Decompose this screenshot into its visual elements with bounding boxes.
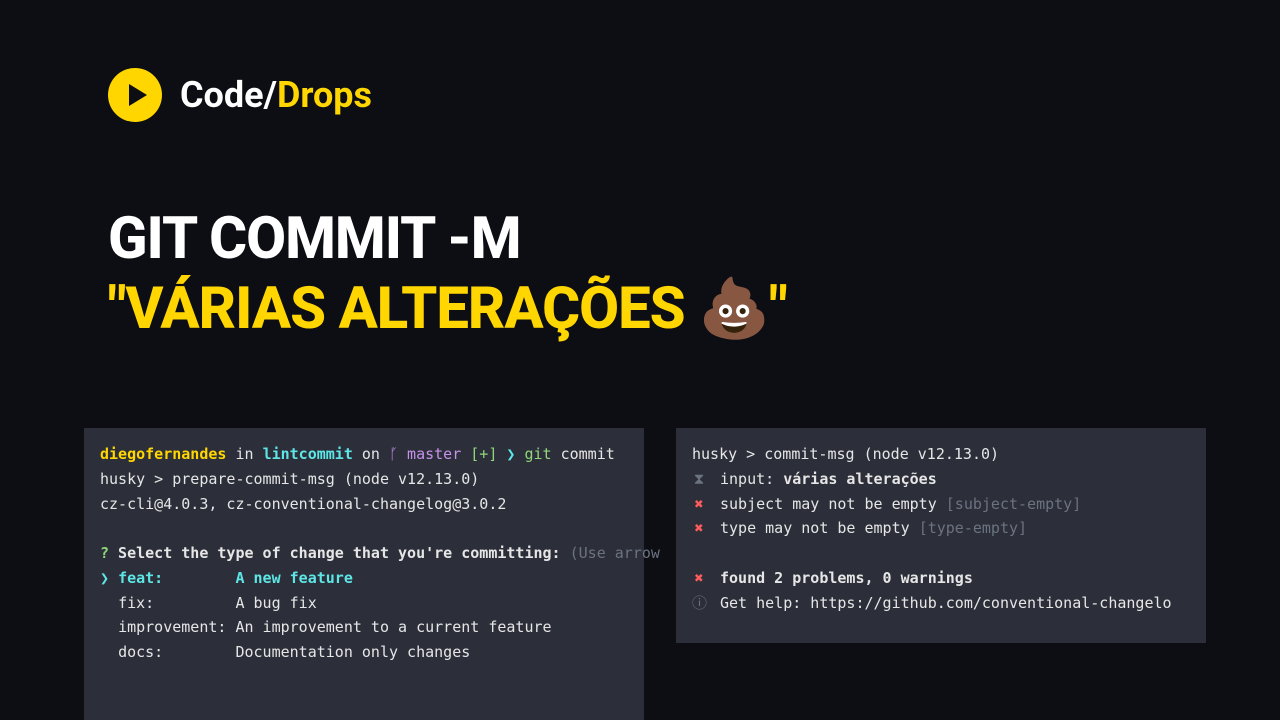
cross-icon: ✖ — [692, 566, 706, 591]
cross-icon: ✖ — [692, 492, 706, 517]
info-icon: ⓘ — [692, 591, 706, 616]
summary-line: ✖found 2 problems, 0 warnings — [692, 566, 1190, 591]
option-improvement[interactable]: improvement: An improvement to a current… — [100, 615, 628, 640]
title-line-1: GIT COMMIT -M — [108, 205, 787, 273]
terminal-right: husky > commit-msg (node v12.13.0) ⧗inpu… — [676, 428, 1206, 643]
cz-line: cz-cli@4.0.3, cz-conventional-changelog@… — [100, 492, 628, 517]
option-feat[interactable]: ❯ feat: A new feature — [100, 566, 628, 591]
logo-text: Code/Drops — [180, 74, 372, 116]
question-line: ? Select the type of change that you're … — [100, 541, 628, 566]
option-docs[interactable]: docs: Documentation only changes — [100, 640, 628, 665]
prompt-line: diegofernandes in lintcommit on ᚵ master… — [100, 442, 628, 467]
option-fix[interactable]: fix: A bug fix — [100, 591, 628, 616]
input-mark-icon: ⧗ — [692, 467, 706, 492]
logo: Code/Drops — [108, 68, 372, 122]
help-line: ⓘGet help: https://github.com/convention… — [692, 591, 1190, 616]
husky-header: husky > commit-msg (node v12.13.0) — [692, 442, 1190, 467]
input-line: ⧗input: várias alterações — [692, 467, 1190, 492]
error-type: ✖type may not be empty [type-empty] — [692, 516, 1190, 541]
cross-icon: ✖ — [692, 516, 706, 541]
title-line-2: "VÁRIAS ALTERAÇÕES 💩" — [108, 275, 787, 343]
terminal-left: diegofernandes in lintcommit on ᚵ master… — [84, 428, 644, 720]
error-subject: ✖subject may not be empty [subject-empty… — [692, 492, 1190, 517]
page-title: GIT COMMIT -M "VÁRIAS ALTERAÇÕES 💩" — [108, 205, 787, 343]
husky-line: husky > prepare-commit-msg (node v12.13.… — [100, 467, 628, 492]
play-icon — [108, 68, 162, 122]
